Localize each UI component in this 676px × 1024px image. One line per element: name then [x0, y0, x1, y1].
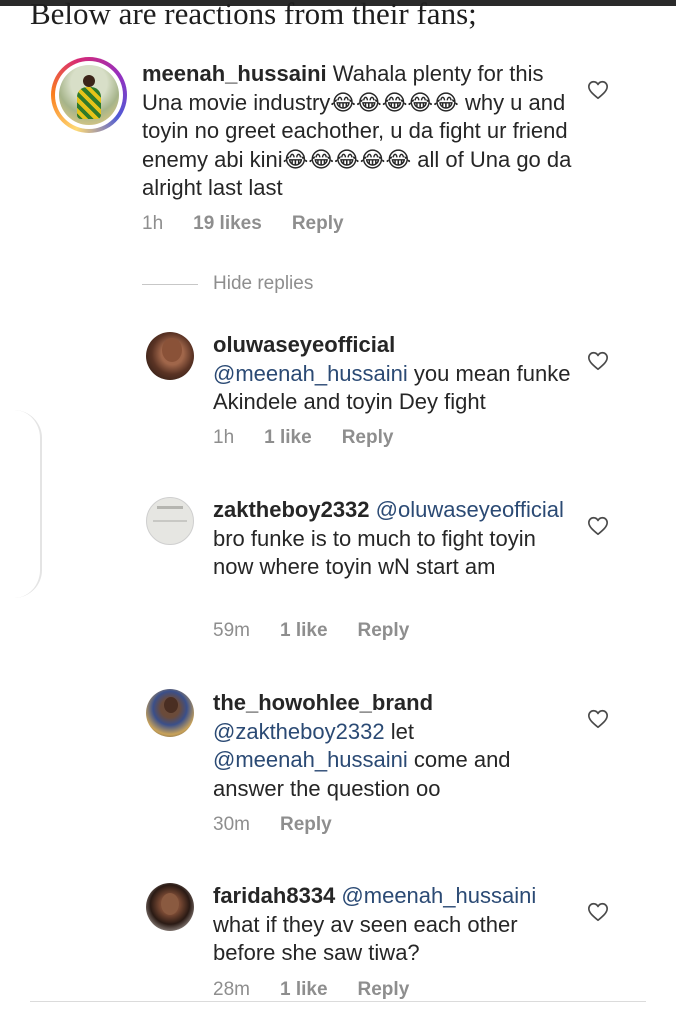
heart-icon[interactable] — [587, 515, 609, 537]
heart-icon[interactable] — [587, 79, 609, 101]
mention-link[interactable]: @meenah_hussaini — [213, 361, 408, 386]
likes-count[interactable]: 19 likes — [193, 213, 262, 234]
mention-link[interactable]: @zaktheboy2332 — [213, 719, 385, 744]
mention-link[interactable]: @meenah_hussaini — [213, 747, 408, 772]
avatar[interactable] — [146, 883, 194, 931]
likes-count[interactable]: 1 like — [280, 620, 328, 641]
reply-button[interactable]: Reply — [358, 979, 410, 1000]
comment-meta: 30m Reply — [213, 814, 362, 836]
comment-body: what if they av seen each other before s… — [213, 911, 518, 966]
avatar[interactable] — [146, 689, 194, 737]
reply-button[interactable]: Reply — [280, 814, 332, 835]
comment-meta: 28m 1 like Reply — [213, 979, 439, 1001]
comment-text: the_howohlee_brand @zaktheboy2332 let @m… — [213, 689, 573, 803]
reply-button[interactable]: Reply — [342, 427, 394, 448]
hide-replies-label: Hide replies — [213, 273, 314, 294]
comment-text: faridah8334 @meenah_hussaini what if the… — [213, 882, 573, 968]
likes-count[interactable]: 1 like — [264, 427, 312, 448]
hide-replies-divider — [142, 284, 198, 285]
heart-icon[interactable] — [587, 708, 609, 730]
avatar[interactable] — [146, 332, 194, 380]
comment-username[interactable]: oluwaseyeofficial — [213, 332, 395, 357]
comment-username[interactable]: the_howohlee_brand — [213, 690, 433, 715]
comment-text: meenah_hussaini Wahala plenty for this U… — [142, 60, 574, 203]
comment-text: oluwaseyeofficial @meenah_hussaini you m… — [213, 331, 573, 417]
comment-time: 1h — [213, 427, 235, 448]
comment-meta: 1h 19 likes Reply — [142, 213, 374, 235]
reply-button[interactable]: Reply — [292, 213, 344, 234]
heart-icon[interactable] — [587, 901, 609, 923]
likes-count[interactable]: 1 like — [280, 979, 328, 1000]
reply-button[interactable]: Reply — [358, 620, 410, 641]
comment-username[interactable]: meenah_hussaini — [142, 61, 327, 86]
comment-username[interactable]: zaktheboy2332 — [213, 497, 370, 522]
comment-meta: 59m 1 like Reply — [213, 620, 439, 642]
comment-body: bro funke is to much to fight toyin now … — [213, 525, 536, 580]
comment-time: 28m — [213, 979, 250, 1000]
article-heading: Below are reactions from their fans; — [30, 0, 477, 31]
comment-username[interactable]: faridah8334 — [213, 883, 335, 908]
comment-time: 59m — [213, 620, 250, 641]
comment-text: zaktheboy2332 @oluwaseyeofficial bro fun… — [213, 496, 573, 582]
side-drawer-edge[interactable] — [0, 410, 42, 598]
avatar[interactable] — [146, 497, 194, 545]
heart-icon[interactable] — [587, 350, 609, 372]
mention-link[interactable]: @meenah_hussaini — [341, 883, 536, 908]
comment-meta: 1h 1 like Reply — [213, 427, 423, 449]
bottom-divider — [30, 1001, 646, 1002]
mention-link[interactable]: @oluwaseyeofficial — [376, 497, 564, 522]
comment-body: let — [390, 718, 414, 744]
comment-time: 1h — [142, 213, 164, 234]
comment-time: 30m — [213, 814, 250, 835]
avatar[interactable] — [51, 57, 127, 133]
